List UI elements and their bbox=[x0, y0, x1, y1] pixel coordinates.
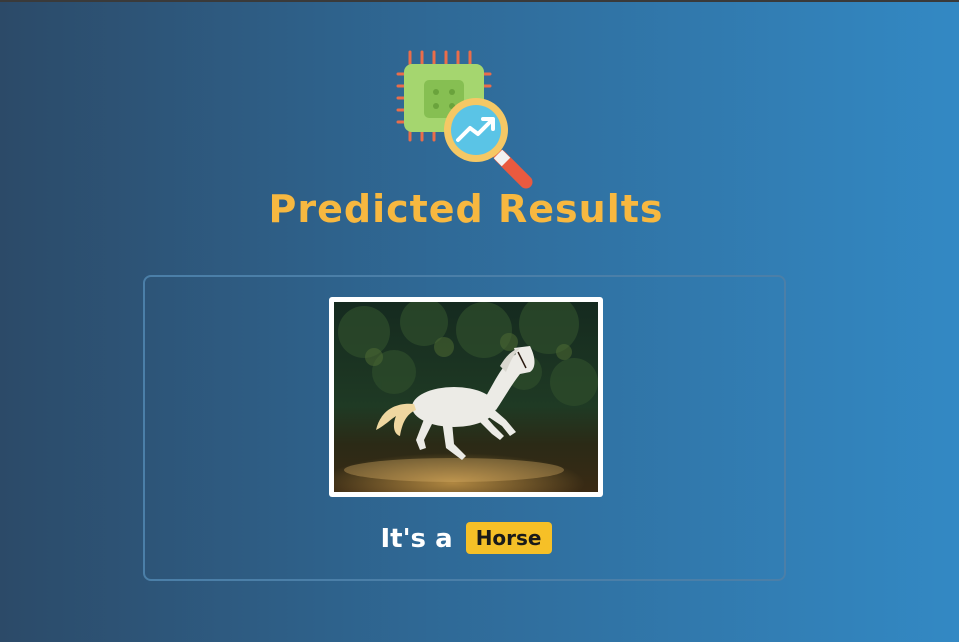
prediction-prefix: It's a bbox=[380, 524, 453, 554]
page-title: Predicted Results bbox=[268, 187, 664, 231]
chip-magnifier-logo-icon bbox=[396, 50, 533, 189]
prediction-result: It's a Horse bbox=[0, 520, 932, 558]
window-top-edge bbox=[0, 0, 959, 2]
uploaded-image-frame bbox=[329, 297, 603, 497]
prediction-label-badge: Horse bbox=[465, 522, 552, 554]
horse-photo bbox=[334, 302, 598, 492]
